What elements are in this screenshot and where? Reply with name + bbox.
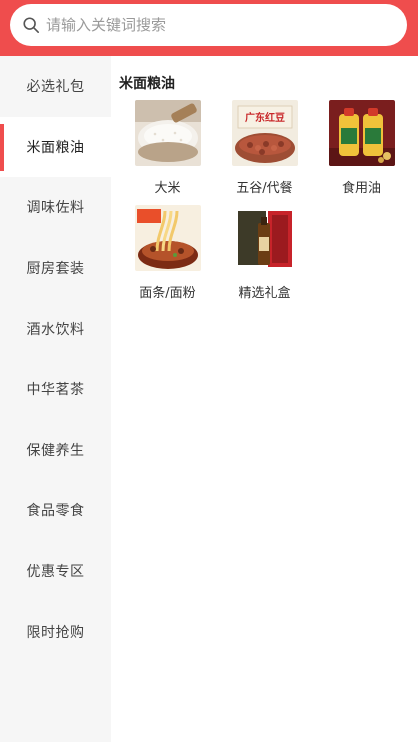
red-beans-image: 广东红豆 — [231, 100, 298, 166]
rice-image — [134, 100, 201, 166]
subcategory-label: 面条/面粉 — [139, 286, 196, 301]
header-bar — [0, 0, 418, 56]
sidebar-item-gift-packs[interactable]: 必选礼包 — [0, 56, 111, 117]
search-input[interactable] — [46, 16, 386, 34]
subcategory-grid: 大米 广东红豆 五谷/代餐 食用油 面条/面粉 精选礼盒 — [111, 100, 418, 310]
sidebar-item-deals[interactable]: 优惠专区 — [0, 541, 111, 602]
sidebar-item-drinks[interactable]: 酒水饮料 — [0, 298, 111, 359]
sidebar-item-health[interactable]: 保健养生 — [0, 420, 111, 481]
sidebar-item-grain-oil[interactable]: 米面粮油 — [0, 116, 111, 178]
sidebar-item-kitchen-sets[interactable]: 厨房套装 — [0, 238, 111, 299]
svg-text:广东红豆: 广东红豆 — [245, 111, 285, 124]
subcategory-label: 精选礼盒 — [238, 286, 291, 301]
search-bar[interactable] — [10, 4, 407, 46]
subcategory-rice[interactable]: 大米 — [119, 100, 216, 205]
subcategory-noodles[interactable]: 面条/面粉 — [119, 205, 216, 310]
subcategory-grains[interactable]: 广东红豆 五谷/代餐 — [216, 100, 313, 205]
noodles-image — [134, 205, 201, 271]
subcategory-label: 大米 — [154, 181, 181, 196]
subcategory-gift-box[interactable]: 精选礼盒 — [216, 205, 313, 310]
subcategory-label: 食用油 — [341, 181, 381, 196]
category-sidebar: 必选礼包 米面粮油 调味佐料 厨房套装 酒水饮料 中华茗茶 保健养生 食品零食 … — [0, 56, 111, 742]
sidebar-item-snacks[interactable]: 食品零食 — [0, 480, 111, 541]
subcategory-oil[interactable]: 食用油 — [313, 100, 410, 205]
sidebar-item-seasonings[interactable]: 调味佐料 — [0, 177, 111, 238]
sidebar-item-tea[interactable]: 中华茗茶 — [0, 359, 111, 420]
gift-box-image — [231, 205, 298, 271]
section-title: 米面粮油 — [119, 76, 175, 92]
subcategory-label: 五谷/代餐 — [236, 181, 293, 196]
category-content: 米面粮油 大米 广东红豆 五谷/代餐 食用油 面条/面粉 精选礼盒 — [111, 56, 418, 742]
sidebar-item-flash-sale[interactable]: 限时抢购 — [0, 601, 111, 662]
search-icon — [23, 17, 40, 34]
cooking-oil-image — [328, 100, 395, 166]
